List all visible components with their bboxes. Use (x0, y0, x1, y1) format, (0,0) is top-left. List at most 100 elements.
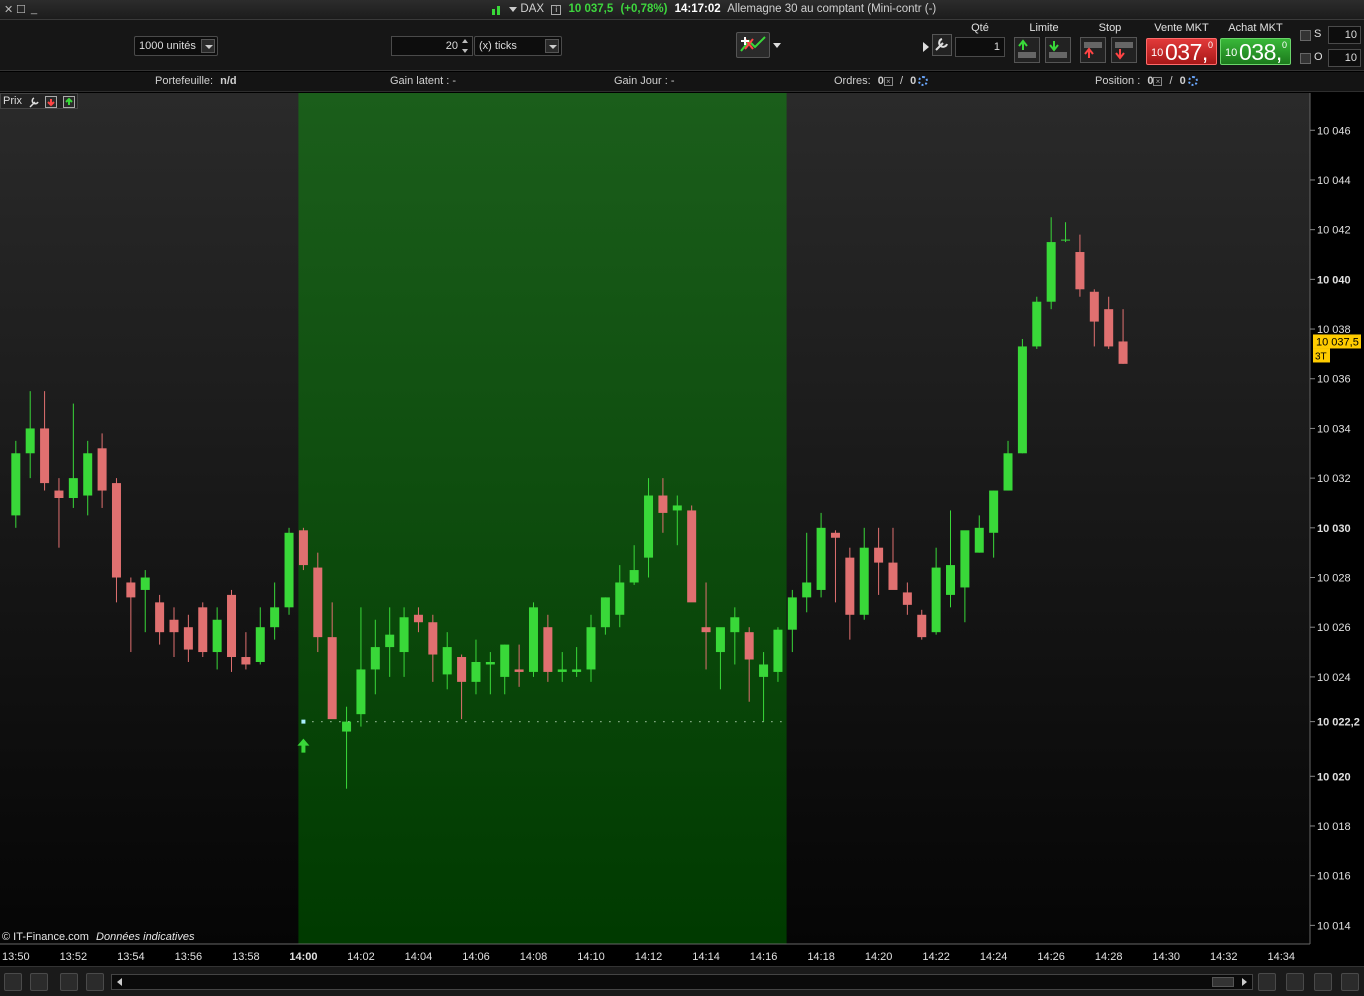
dropdown-icon[interactable] (509, 5, 518, 13)
buy-market-button[interactable]: 10 038, 0 (1220, 38, 1291, 65)
stop-sell-button[interactable] (1111, 37, 1137, 63)
settings-wrench-button[interactable] (932, 34, 952, 56)
x-tick-label: 14:04 (405, 951, 433, 963)
candle-body (155, 602, 165, 633)
autoscale-icon[interactable] (1258, 973, 1276, 991)
spinner-icon[interactable] (461, 38, 471, 54)
price-chart[interactable]: 10 014 10 016 10 018 10 020 10 022,2 10 024 10… (0, 93, 1364, 965)
zoom-in-icon[interactable] (1341, 973, 1359, 991)
limit-buy-button[interactable] (1014, 37, 1040, 63)
candle-body (54, 490, 64, 499)
candle-body (759, 664, 769, 677)
candle-body (126, 582, 136, 598)
o-input[interactable]: 10 (1328, 49, 1361, 67)
stop-buy-icon (1084, 42, 1102, 58)
ticks-combo[interactable]: (x) ticks (474, 36, 562, 56)
x-tick-label: 14:14 (692, 951, 720, 963)
expand-panel-icon[interactable] (922, 42, 930, 52)
y-tick-label: 10 046 (1317, 125, 1351, 137)
candle-body (1118, 341, 1128, 364)
x-tick-label: 14:16 (750, 951, 778, 963)
data-credit: © IT-Finance.com Données indicatives (2, 931, 194, 943)
stop-label: Stop (1098, 22, 1122, 34)
candle-body (442, 647, 452, 675)
wrench-icon[interactable] (28, 96, 40, 108)
candle-body (471, 661, 481, 682)
x-tick-label: 14:26 (1037, 951, 1065, 963)
order-toolbar: 1000 unités 20 (x) ticks Qté 1 Limite St… (0, 20, 1364, 71)
candle-body (284, 532, 294, 608)
close-position-icon[interactable]: × (1153, 76, 1163, 86)
units-combo[interactable]: 1000 unités (134, 36, 218, 56)
cancel-orders-icon[interactable]: × (883, 76, 893, 86)
x-tick-label: 13:52 (60, 951, 88, 963)
ticks-stepper[interactable]: 20 (391, 36, 473, 56)
candle-body (399, 617, 409, 653)
scroll-left-icon[interactable] (114, 975, 126, 989)
timeframe-icon[interactable] (30, 973, 48, 991)
candle-body (557, 669, 567, 672)
candle-body (730, 617, 740, 633)
stop-buy-button[interactable] (1080, 37, 1106, 63)
remove-indicator-icon[interactable] (45, 96, 57, 108)
y-tick-label: 10 044 (1317, 175, 1351, 187)
orders-gear-icon[interactable] (918, 76, 929, 87)
candle-body (888, 562, 898, 590)
sell-price-prefix: 10 (1151, 47, 1164, 59)
candle (313, 552, 323, 653)
candle-body (989, 490, 999, 533)
chevron-down-icon[interactable] (201, 39, 215, 53)
chart-type-icon[interactable] (4, 973, 22, 991)
limit-sell-button[interactable] (1045, 37, 1071, 63)
x-tick-label: 14:08 (520, 951, 548, 963)
y-tick-label: 10 030 (1317, 523, 1351, 535)
candle-body (183, 627, 193, 650)
tools-dropdown-icon[interactable] (773, 42, 783, 50)
candle (284, 527, 294, 615)
candle-body (931, 567, 941, 633)
chevron-down-icon[interactable] (545, 39, 559, 53)
candle-body (313, 567, 323, 638)
account-info-bar: Portefeuille: n/d Gain latent : - Gain J… (0, 72, 1364, 92)
candle-body (859, 547, 869, 615)
indicators-icon[interactable] (60, 973, 78, 991)
y-tick-label: 10 034 (1317, 423, 1351, 435)
candle-body (327, 637, 337, 720)
separator: / (899, 75, 903, 87)
zoom-out-icon[interactable] (1314, 973, 1332, 991)
scroll-right-icon[interactable] (1238, 975, 1250, 989)
time-scrollbar[interactable] (111, 974, 1253, 990)
x-tick-label: 13:54 (117, 951, 145, 963)
close-window-icon[interactable]: ✕ (4, 3, 13, 16)
y-tick-label: 10 024 (1317, 672, 1351, 684)
s-input[interactable]: 10 (1328, 26, 1361, 44)
o-checkbox[interactable] (1300, 53, 1311, 64)
y-tick-label: 10 038 (1317, 324, 1351, 336)
info-icon[interactable]: i (551, 5, 562, 16)
zoom-fit-icon[interactable] (1286, 973, 1304, 991)
candle-body (1104, 309, 1114, 347)
maximize-window-icon[interactable]: ☐ (16, 3, 26, 16)
y-tick-label: 10 020 (1317, 771, 1351, 783)
sell-market-button[interactable]: 10 037, 0 (1146, 38, 1217, 65)
minimize-window-icon[interactable]: _ (31, 3, 37, 15)
time-axis: 13:50 13:52 13:54 13:56 13:58 14:00 14:02 14:04… (2, 951, 1295, 963)
orders-label: Ordres: (834, 75, 871, 87)
candles-icon[interactable] (86, 973, 104, 991)
y-tick-label: 10 022,2 (1317, 717, 1360, 729)
qty-input[interactable]: 1 (955, 37, 1005, 57)
position-gear-icon[interactable] (1187, 76, 1198, 87)
sell-mkt-label: Vente MKT (1154, 22, 1209, 34)
candle-body (528, 607, 538, 672)
y-tick-label: 10 014 (1317, 920, 1351, 932)
position-info: Position : 0 × / 0 (1095, 75, 1198, 87)
s-checkbox[interactable] (1300, 30, 1311, 41)
price-axis: 10 014 10 016 10 018 10 020 10 022,2 10 024 10… (1310, 125, 1360, 932)
candle-body (1017, 346, 1027, 454)
drawing-tools-button[interactable] (736, 32, 770, 58)
x-tick-label: 14:02 (347, 951, 375, 963)
add-indicator-icon[interactable] (63, 96, 75, 108)
scrollbar-thumb[interactable] (1212, 977, 1234, 987)
y-tick-label: 10 028 (1317, 573, 1351, 585)
x-tick-label: 14:34 (1267, 951, 1295, 963)
